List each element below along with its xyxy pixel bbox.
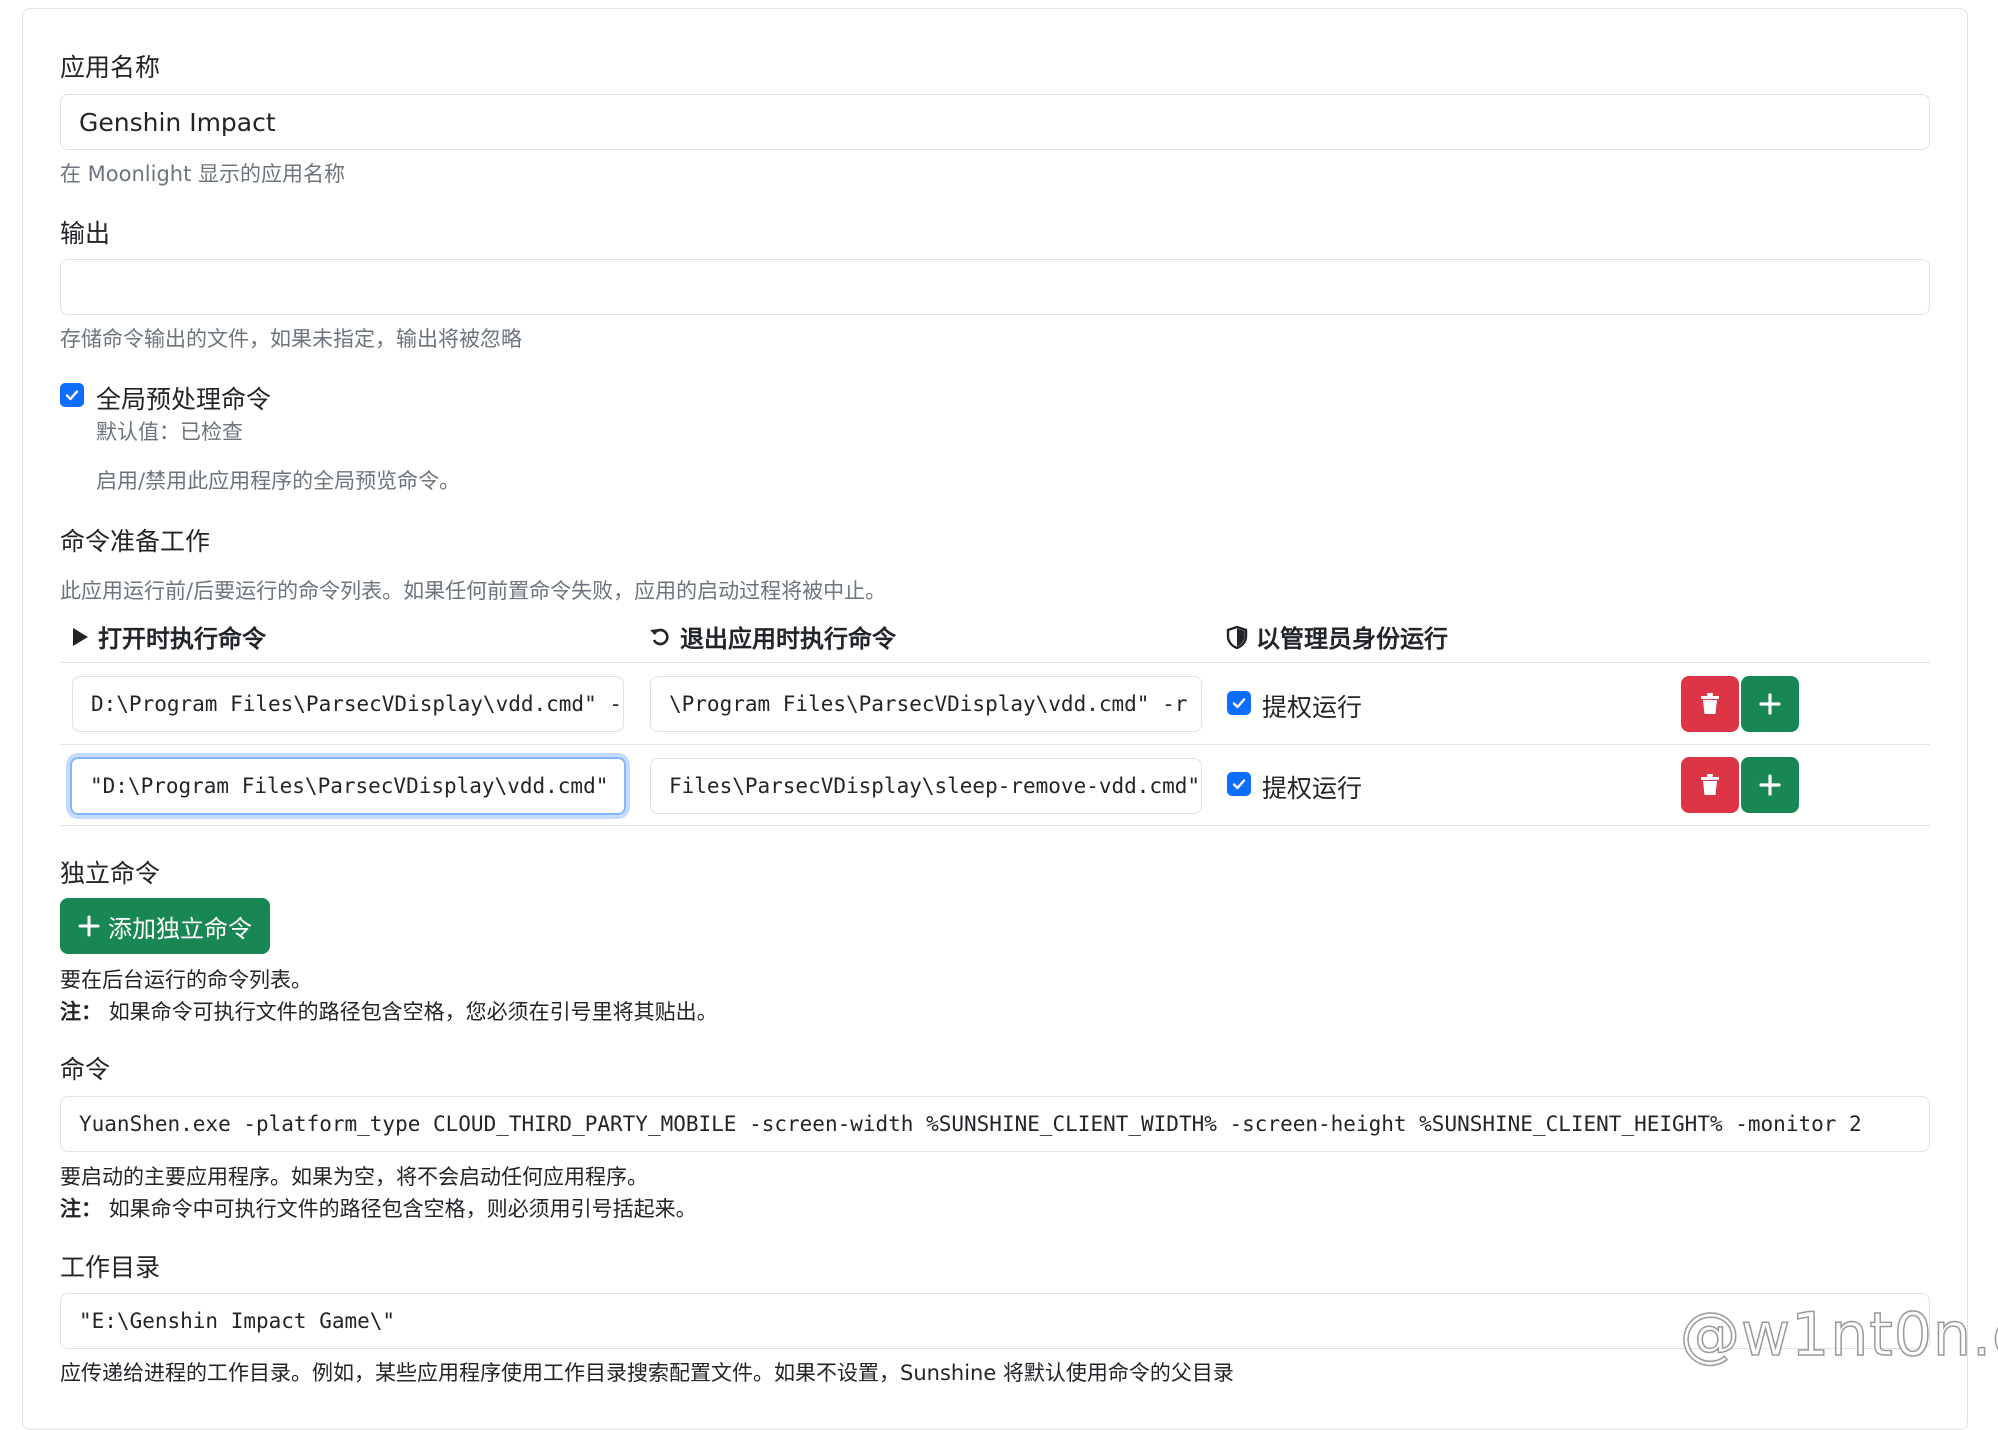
- checkmark-icon: [1232, 698, 1246, 709]
- elevated-label: 提权运行: [1262, 774, 1363, 803]
- global-prep-help: 启用/禁用此应用程序的全局预览命令。: [96, 469, 461, 493]
- app-name-value: Genshin Impact: [79, 107, 276, 137]
- undo-cmd-input[interactable]: Files\ParsecVDisplay\sleep-remove-vdd.cm…: [650, 758, 1202, 814]
- delete-row-button[interactable]: [1681, 676, 1739, 732]
- elevated-label: 提权运行: [1262, 693, 1363, 722]
- working-dir-label: 工作目录: [60, 1253, 161, 1282]
- play-icon: [73, 627, 88, 646]
- note-prefix: 注：: [60, 1197, 102, 1221]
- row-divider: [60, 744, 1930, 745]
- undo-cmd-input[interactable]: \Program Files\ParsecVDisplay\vdd.cmd" -…: [650, 676, 1202, 732]
- detached-help: 要在后台运行的命令列表。: [60, 968, 312, 992]
- command-help: 要启动的主要应用程序。如果为空，将不会启动任何应用程序。: [60, 1165, 648, 1189]
- output-input[interactable]: [60, 259, 1930, 315]
- detached-label: 独立命令: [60, 859, 161, 888]
- undo-cmd-value: \Program Files\ParsecVDisplay\vdd.cmd" -…: [669, 692, 1202, 716]
- checkmark-icon: [65, 390, 79, 401]
- working-dir-help: 应传递给进程的工作目录。例如，某些应用程序使用工作目录搜索配置文件。如果不设置，…: [60, 1361, 1234, 1385]
- watermark: @w1nt0n.cn: [1679, 1299, 1998, 1371]
- row-divider: [60, 825, 1930, 826]
- command-note: 注： 如果命令中可执行文件的路径包含空格，则必须用引号括起来。: [60, 1193, 697, 1223]
- col-do-header: 打开时执行命令: [70, 619, 266, 654]
- undo-cmd-value: Files\ParsecVDisplay\sleep-remove-vdd.cm…: [669, 774, 1201, 798]
- output-label: 输出: [60, 219, 111, 248]
- do-cmd-input[interactable]: D:\Program Files\ParsecVDisplay\vdd.cmd"…: [72, 676, 624, 732]
- add-row-button[interactable]: [1741, 676, 1799, 732]
- plus-icon: [1759, 774, 1781, 796]
- trash-icon: [1701, 693, 1719, 714]
- do-cmd-value: "D:\Program Files\ParsecVDisplay\vdd.cmd…: [90, 774, 626, 798]
- app-name-input[interactable]: Genshin Impact: [60, 94, 1930, 150]
- working-dir-input[interactable]: "E:\Genshin Impact Game\": [60, 1293, 1930, 1349]
- detached-note: 注： 如果命令可执行文件的路径包含空格，您必须在引号里将其贴出。: [60, 996, 718, 1026]
- plus-icon: [1759, 693, 1781, 715]
- elevated-checkbox[interactable]: [1227, 772, 1251, 796]
- note-text: 如果命令可执行文件的路径包含空格，您必须在引号里将其贴出。: [108, 1000, 718, 1024]
- elevated-checkbox[interactable]: [1227, 691, 1251, 715]
- col-undo-header: 退出应用时执行命令: [648, 619, 896, 654]
- col-elevated-label: 以管理员身份运行: [1256, 625, 1448, 653]
- global-prep-checkbox[interactable]: [60, 383, 84, 407]
- col-undo-label: 退出应用时执行命令: [680, 625, 896, 653]
- do-cmd-value: D:\Program Files\ParsecVDisplay\vdd.cmd"…: [91, 692, 624, 716]
- note-prefix: 注：: [60, 1000, 102, 1024]
- do-cmd-input[interactable]: "D:\Program Files\ParsecVDisplay\vdd.cmd…: [70, 757, 626, 815]
- delete-row-button[interactable]: [1681, 757, 1739, 813]
- global-prep-label: 全局预处理命令: [96, 385, 272, 414]
- col-do-label: 打开时执行命令: [98, 625, 266, 653]
- output-help: 存储命令输出的文件，如果未指定，输出将被忽略: [60, 327, 522, 351]
- prep-label: 命令准备工作: [60, 527, 211, 556]
- prep-help: 此应用运行前/后要运行的命令列表。如果任何前置命令失败，应用的启动过程将被中止。: [60, 579, 887, 603]
- undo-icon: [650, 628, 669, 645]
- note-text: 如果命令中可执行文件的路径包含空格，则必须用引号括起来。: [108, 1197, 697, 1221]
- add-detached-label: 添加独立命令: [108, 914, 252, 943]
- add-detached-button[interactable]: 添加独立命令: [60, 898, 270, 954]
- command-label: 命令: [60, 1055, 111, 1084]
- global-prep-default: 默认值：已检查: [96, 420, 243, 444]
- trash-icon: [1701, 774, 1719, 795]
- shield-icon: [1226, 625, 1248, 649]
- command-input[interactable]: YuanShen.exe -platform_type CLOUD_THIRD_…: [60, 1096, 1930, 1152]
- plus-icon: [78, 915, 100, 937]
- checkmark-icon: [1232, 779, 1246, 790]
- working-dir-value: "E:\Genshin Impact Game\": [79, 1309, 396, 1333]
- col-elevated-header: 以管理员身份运行: [1226, 619, 1448, 654]
- app-name-help: 在 Moonlight 显示的应用名称: [60, 162, 346, 186]
- add-row-button[interactable]: [1741, 757, 1799, 813]
- table-divider: [60, 662, 1930, 663]
- app-name-label: 应用名称: [60, 53, 161, 82]
- command-value: YuanShen.exe -platform_type CLOUD_THIRD_…: [79, 1112, 1862, 1136]
